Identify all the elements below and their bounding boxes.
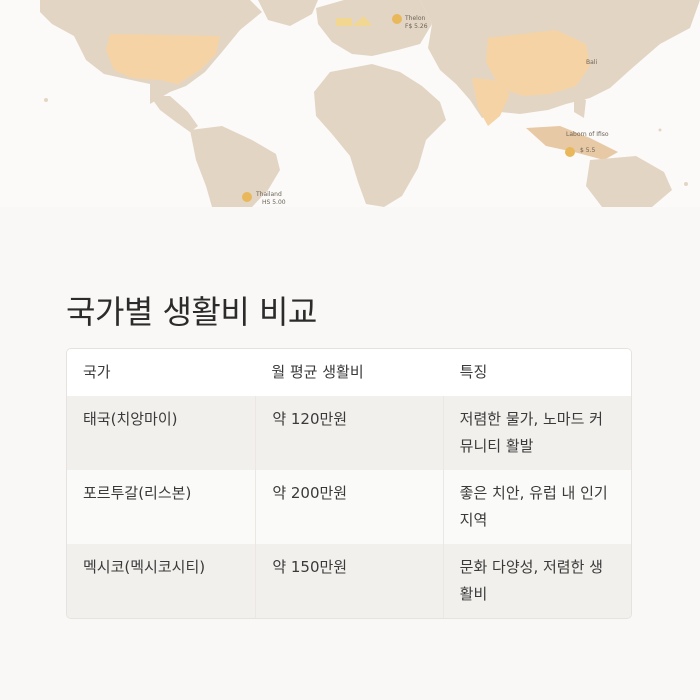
cell-cost: 약 120만원 [255,396,444,470]
cell-feature: 문화 다양성, 저렴한 생활비 [443,544,631,618]
svg-text:Thailand: Thailand [255,191,282,198]
cell-country: 태국(치앙마이) [67,396,256,470]
world-map-banner: Thelon F$ 5.26 Bali Laborn of Ifiso $ 5.… [0,0,700,207]
header-country: 국가 [67,349,256,396]
cell-feature: 저렴한 물가, 노마드 커뮤니티 활발 [443,396,631,470]
svg-text:Laborn of Ifiso: Laborn of Ifiso [566,131,609,138]
cell-country: 포르투갈(리스본) [67,470,256,544]
comparison-section: 국가별 생활비 비교 국가 월 평균 생활비 특징 태국(치앙마이) 약 120… [0,207,700,700]
header-feature: 특징 [443,349,631,396]
australia-landmass [586,156,672,207]
cell-cost: 약 150만원 [255,544,444,618]
table-row: 태국(치앙마이) 약 120만원 저렴한 물가, 노마드 커뮤니티 활발 [67,396,631,470]
svg-text:F$ 5.26: F$ 5.26 [405,23,428,30]
map-pin-marker[interactable]: Bali [586,59,597,66]
page-title: 국가별 생활비 비교 [66,293,317,331]
svg-text:$ 5.5: $ 5.5 [580,147,595,154]
table-row: 포르투갈(리스본) 약 200만원 좋은 치안, 유럽 내 인기 지역 [67,470,631,544]
greenland-landmass [258,0,318,26]
table-row: 멕시코(멕시코시티) 약 150만원 문화 다양성, 저렴한 생활비 [67,544,631,618]
svg-text:Bali: Bali [586,59,597,66]
china-highlight [486,30,590,96]
central-america-landmass [150,96,198,132]
world-map: Thelon F$ 5.26 Bali Laborn of Ifiso $ 5.… [40,0,700,207]
header-monthly-cost: 월 평균 생활비 [255,349,444,396]
africa-landmass [314,64,446,207]
svg-text:HS 5.00: HS 5.00 [262,199,286,206]
svg-text:Thelon: Thelon [404,15,425,22]
cell-feature: 좋은 치안, 유럽 내 인기 지역 [443,470,631,544]
cell-country: 멕시코(멕시코시티) [67,544,256,618]
table-header-row: 국가 월 평균 생활비 특징 [67,349,631,396]
cell-cost: 약 200만원 [255,470,444,544]
cost-comparison-table: 국가 월 평균 생활비 특징 태국(치앙마이) 약 120만원 저렴한 물가, … [66,348,632,619]
